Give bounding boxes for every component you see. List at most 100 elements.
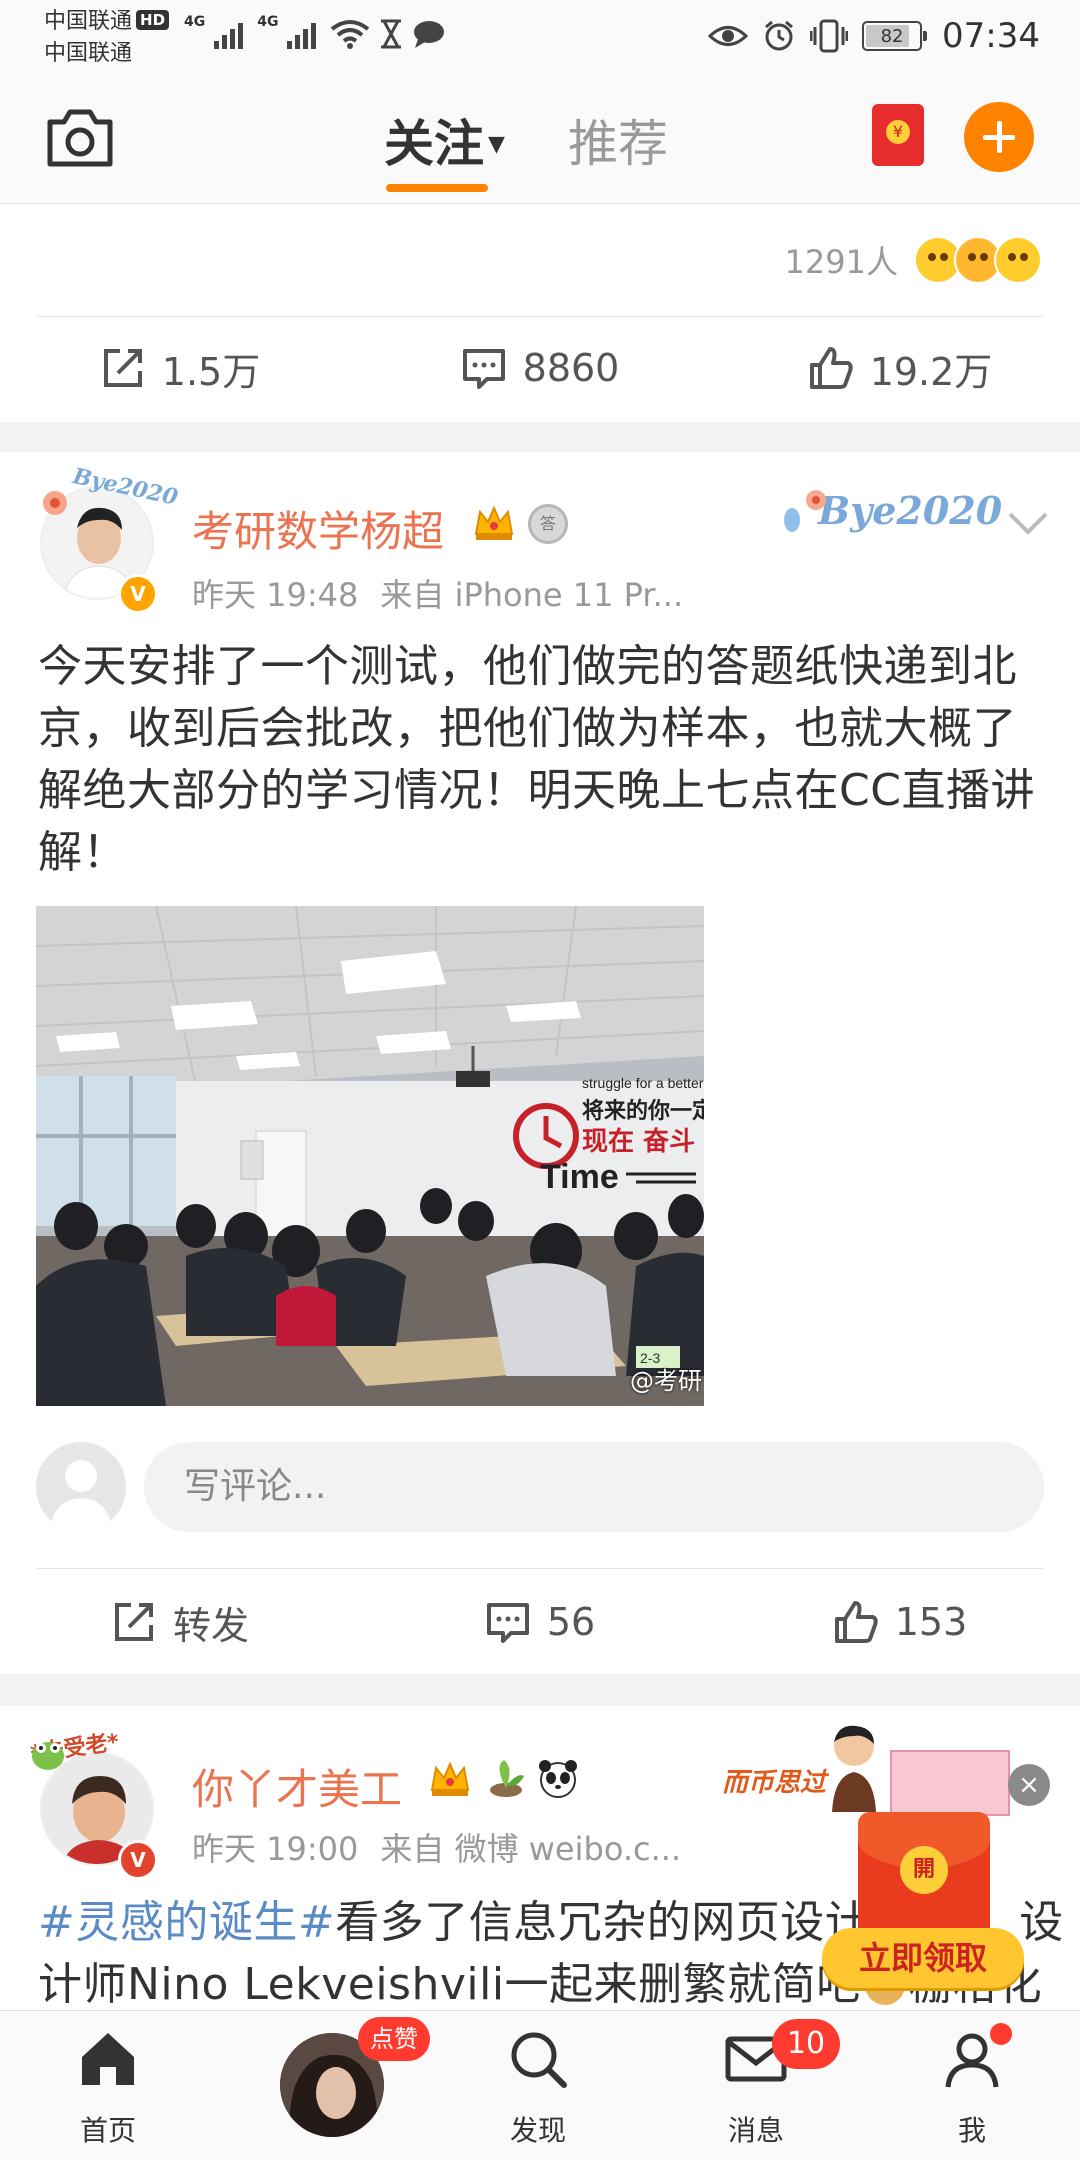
photo-watermark: @考研: [630, 1367, 702, 1395]
money-pile-icon: [890, 1750, 1010, 1816]
my-avatar: [36, 1442, 126, 1532]
verified-badge: V: [118, 574, 158, 614]
signal-icon: [214, 23, 244, 49]
tab-follow[interactable]: 关注 ▼: [384, 104, 505, 176]
tab-home[interactable]: 首页: [38, 2011, 178, 2160]
action-bar: 转发 56 153: [0, 1572, 1080, 1672]
cartoon-man-icon: [832, 1725, 876, 1812]
repost-icon: [114, 1603, 153, 1641]
author-name[interactable]: 考研数学杨超: [192, 498, 444, 559]
reaction-emojis: [914, 236, 1042, 284]
status-right: 82 07:34: [708, 12, 1040, 60]
hashtag-link[interactable]: #灵感的诞生#: [38, 1897, 335, 1948]
notification-dot: [990, 2023, 1012, 2045]
classroom-photo: struggle for a better 将来的你一定 现在 奋斗 Time: [36, 906, 704, 1406]
like-button[interactable]: 19.2万: [720, 318, 1080, 418]
wall-slogan-cn2: 现在 奋斗: [582, 1127, 695, 1157]
divider: [36, 1568, 1044, 1569]
comment-input[interactable]: 写评论...: [144, 1442, 1044, 1532]
chevron-down-icon[interactable]: [1006, 508, 1050, 538]
ad-banner[interactable]: 而币思过: [720, 1722, 1010, 1822]
post-text-line1-tail: 设: [1019, 1897, 1064, 1948]
active-tab-indicator: [386, 184, 488, 192]
footprint-decoration-icon: [784, 490, 826, 532]
open-button[interactable]: 開: [900, 1846, 948, 1894]
camera-icon[interactable]: [44, 106, 116, 170]
comment-icon: [486, 1603, 529, 1643]
thumbs-up-icon: [834, 1601, 878, 1643]
verified-badge: V: [118, 1840, 158, 1880]
thumbs-up-icon: [809, 347, 853, 389]
post-source: 来自 微博 weibo.c...: [380, 1830, 682, 1868]
repost-icon: [103, 349, 142, 387]
chat-bubble-icon: [414, 21, 445, 48]
carrier-info: 中国联通 HD 中国联通: [44, 6, 170, 70]
wall-slogan-en: struggle for a better: [582, 1075, 704, 1091]
clock: 07:34: [942, 16, 1040, 56]
home-icon: [82, 2033, 134, 2085]
bottom-tab-bar: 首页 点赞 发现 消息 10 我: [0, 2010, 1080, 2160]
search-icon: [511, 2032, 567, 2088]
signal-icons: 4G 4G: [184, 14, 446, 54]
carrier-2: 中国联通: [44, 41, 133, 66]
default-avatar-icon: [36, 1442, 126, 1532]
alarm-icon: [765, 20, 793, 51]
repost-button[interactable]: 1.5万: [0, 318, 360, 418]
comment-button[interactable]: 56: [360, 1572, 720, 1672]
frog-decoration-icon: [32, 1742, 64, 1770]
comment-button[interactable]: 8860: [360, 318, 720, 418]
feed-card-main: Bye2020 V 考研数学杨超 答 Bye2020 昨天 19:48 来自 iP…: [0, 452, 1080, 1674]
author-name[interactable]: 你丫才美工: [192, 1756, 402, 1817]
post-meta: 昨天 19:00 来自 微博 weibo.c...: [192, 1824, 681, 1870]
ad-close-button[interactable]: ×: [1008, 1764, 1050, 1806]
claim-now-button[interactable]: 立即领取: [822, 1928, 1024, 1988]
vibrate-icon: [810, 19, 849, 53]
top-navigation: 关注 ▼ 推荐: [0, 72, 1080, 204]
comment-icon: [462, 349, 505, 389]
crown-icon: [430, 1761, 470, 1796]
wall-slogan-cn1: 将来的你一定: [582, 1098, 704, 1124]
network-type-1: 4G: [184, 14, 206, 30]
reaction-summary[interactable]: 1291人: [785, 232, 1042, 288]
tab-discover[interactable]: 发现: [468, 2011, 608, 2160]
post-time: 昨天 19:00: [192, 1830, 359, 1868]
tab-recommend[interactable]: 推荐: [568, 104, 668, 176]
like-button[interactable]: 153: [720, 1572, 1080, 1672]
hourglass-icon: [381, 19, 402, 49]
repost-button[interactable]: 转发: [0, 1572, 360, 1672]
reaction-count: 1291人: [784, 243, 898, 281]
messages-badge: 10: [772, 2019, 840, 2069]
battery-level: 82: [880, 25, 904, 47]
post-photo[interactable]: struggle for a better 将来的你一定 现在 奋斗 Time: [36, 906, 704, 1406]
post-text[interactable]: 今天安排了一个测试，他们做完的答题纸快递到北京，收到后会批改，把他们做为样本，也…: [38, 636, 1042, 884]
carrier-1: 中国联通: [44, 9, 133, 34]
medal-icon: 答: [528, 504, 568, 544]
crown-icon: [474, 505, 514, 540]
caret-down-icon: ▼: [488, 132, 505, 157]
status-bar: 中国联通 HD 中国联通 4G 4G 82 07:34: [0, 0, 1080, 72]
laugh-emoji-icon: [994, 236, 1042, 284]
ad-banner-text: 而币思过: [722, 1768, 827, 1798]
avatar-decoration-icon: [43, 491, 67, 515]
divider: [36, 316, 1044, 317]
red-envelope-icon[interactable]: [872, 104, 924, 166]
feed-card-next: *未受老* V 你丫才美工 昨天 19:00 来自 微博 weibo.c... #…: [0, 1706, 1080, 2010]
like-count: 19.2万: [869, 349, 993, 394]
tab-discover-label: 发现: [509, 2114, 566, 2147]
repost-count: 1.5万: [161, 349, 261, 394]
plant-icon: [490, 1760, 524, 1797]
tab-home-label: 首页: [79, 2114, 136, 2147]
repost-label: 转发: [172, 1603, 249, 1648]
tab-me[interactable]: 我: [902, 2011, 1042, 2160]
compose-plus-button[interactable]: [964, 102, 1034, 172]
panda-icon: [539, 1760, 577, 1798]
comment-count: 56: [546, 1600, 596, 1644]
action-bar: 1.5万 8860 19.2万: [0, 318, 1080, 418]
tab-follow-label: 关注: [384, 115, 484, 173]
post-text-line1: 看多了信息冗杂的网页设计: [335, 1897, 870, 1948]
network-type-2: 4G: [257, 14, 279, 30]
like-count: 153: [894, 1600, 968, 1644]
wifi-icon: [331, 20, 370, 49]
post-meta: 昨天 19:48 来自 iPhone 11 Pr...: [192, 570, 683, 616]
signal-icon-2: [287, 23, 317, 49]
